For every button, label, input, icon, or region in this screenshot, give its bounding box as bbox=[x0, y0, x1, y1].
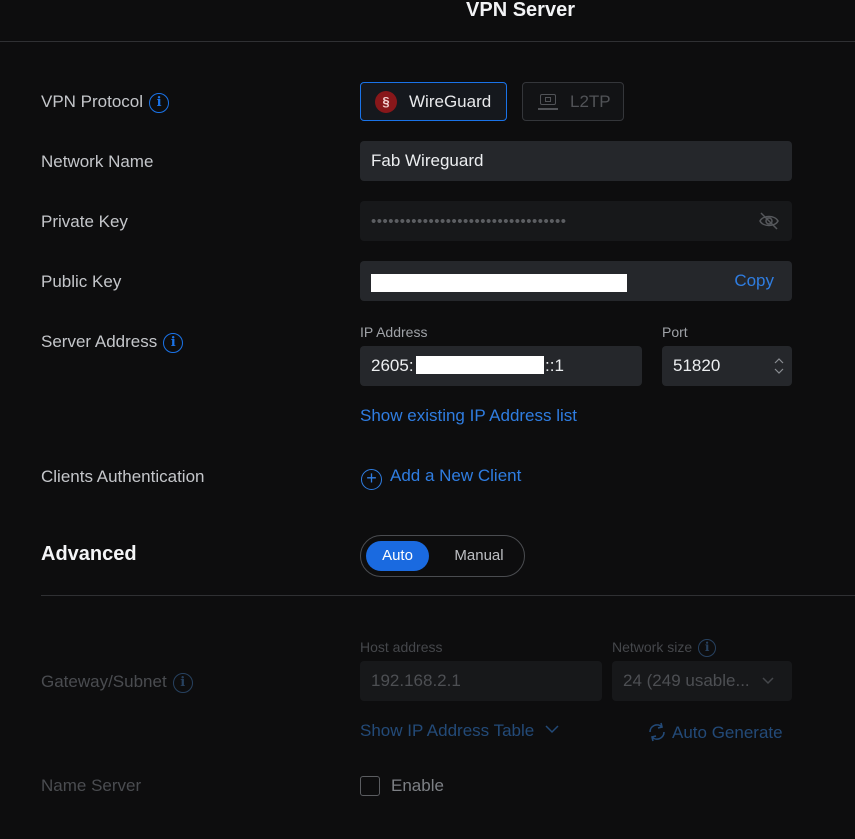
header-divider bbox=[0, 41, 855, 42]
auto-option[interactable]: Auto bbox=[366, 541, 429, 571]
chevron-down-icon bbox=[762, 677, 774, 685]
show-ip-table-link: Show IP Address Table bbox=[360, 721, 559, 741]
vpn-server-page: VPN Server VPN Protocol i § WireGuard L2T… bbox=[0, 0, 855, 839]
network-size-value: 24 (249 usable... bbox=[623, 671, 750, 690]
port-label: Port bbox=[662, 324, 688, 340]
advanced-mode-toggle[interactable]: Auto Manual bbox=[360, 535, 525, 577]
info-icon: i bbox=[172, 672, 193, 693]
add-client-button[interactable]: + Add a New Client bbox=[361, 466, 521, 490]
add-client-label: Add a New Client bbox=[390, 466, 522, 485]
host-address-label: Host address bbox=[360, 639, 443, 655]
show-ip-table-label: Show IP Address Table bbox=[360, 721, 535, 740]
ip-address-input[interactable]: 2605: ::1 bbox=[360, 346, 642, 386]
wireguard-logo-icon: § bbox=[375, 90, 397, 113]
ip-prefix: 2605: bbox=[371, 356, 414, 375]
info-icon[interactable]: i bbox=[149, 92, 170, 113]
enable-checkbox[interactable] bbox=[360, 776, 380, 796]
advanced-divider bbox=[41, 595, 855, 596]
name-server-label: Name Server bbox=[41, 776, 142, 795]
network-name-input[interactable]: Fab Wireguard bbox=[360, 141, 792, 181]
vpn-protocol-label: VPN Protocol i bbox=[41, 92, 170, 113]
network-size-label-text: Network size bbox=[612, 639, 693, 655]
server-address-label-text: Server Address bbox=[41, 332, 158, 351]
stepper-arrows-icon[interactable] bbox=[774, 354, 784, 378]
network-size-label: Network size i bbox=[612, 639, 717, 658]
page-title: VPN Server bbox=[466, 0, 575, 21]
private-key-label: Private Key bbox=[41, 212, 128, 231]
plus-circle-icon: + bbox=[361, 469, 382, 490]
advanced-heading: Advanced bbox=[41, 543, 137, 565]
ip-suffix: ::1 bbox=[545, 356, 564, 375]
enable-label: Enable bbox=[391, 776, 444, 795]
chevron-down-icon bbox=[545, 725, 559, 734]
gateway-subnet-label: Gateway/Subnet i bbox=[41, 672, 193, 693]
auto-generate-label: Auto Generate bbox=[672, 723, 783, 742]
l2tp-server-icon bbox=[538, 92, 558, 112]
host-address-value: 192.168.2.1 bbox=[371, 671, 461, 690]
auto-generate-button: Auto Generate bbox=[646, 721, 783, 743]
vpn-protocol-label-text: VPN Protocol bbox=[41, 92, 144, 111]
server-address-label: Server Address i bbox=[41, 332, 184, 353]
refresh-icon bbox=[649, 722, 665, 742]
private-key-masked: •••••••••••••••••••••••••••••••••• bbox=[371, 213, 567, 230]
network-name-label: Network Name bbox=[41, 152, 154, 171]
network-name-value: Fab Wireguard bbox=[371, 151, 484, 170]
eye-hidden-icon[interactable] bbox=[758, 211, 780, 231]
host-address-input: 192.168.2.1 bbox=[360, 661, 602, 701]
clients-auth-label: Clients Authentication bbox=[41, 467, 205, 486]
wireguard-label: WireGuard bbox=[409, 92, 492, 111]
ip-redacted bbox=[416, 356, 544, 374]
copy-button[interactable]: Copy bbox=[734, 261, 774, 301]
port-value: 51820 bbox=[673, 356, 721, 375]
private-key-field: •••••••••••••••••••••••••••••••••• bbox=[360, 201, 792, 241]
manual-option[interactable]: Manual bbox=[441, 541, 517, 571]
show-ip-list-link[interactable]: Show existing IP Address list bbox=[360, 406, 577, 426]
gateway-subnet-label-text: Gateway/Subnet bbox=[41, 672, 167, 691]
port-input[interactable]: 51820 bbox=[662, 346, 792, 386]
wireguard-protocol-button[interactable]: § WireGuard bbox=[360, 82, 507, 121]
public-key-field: Copy bbox=[360, 261, 792, 301]
info-icon: i bbox=[698, 639, 717, 658]
l2tp-protocol-button[interactable]: L2TP bbox=[522, 82, 624, 121]
info-icon[interactable]: i bbox=[163, 332, 184, 353]
ip-address-label: IP Address bbox=[360, 324, 428, 340]
l2tp-label: L2TP bbox=[570, 92, 611, 111]
public-key-redacted bbox=[371, 274, 627, 292]
public-key-label: Public Key bbox=[41, 272, 122, 291]
network-size-select: 24 (249 usable... bbox=[612, 661, 792, 701]
